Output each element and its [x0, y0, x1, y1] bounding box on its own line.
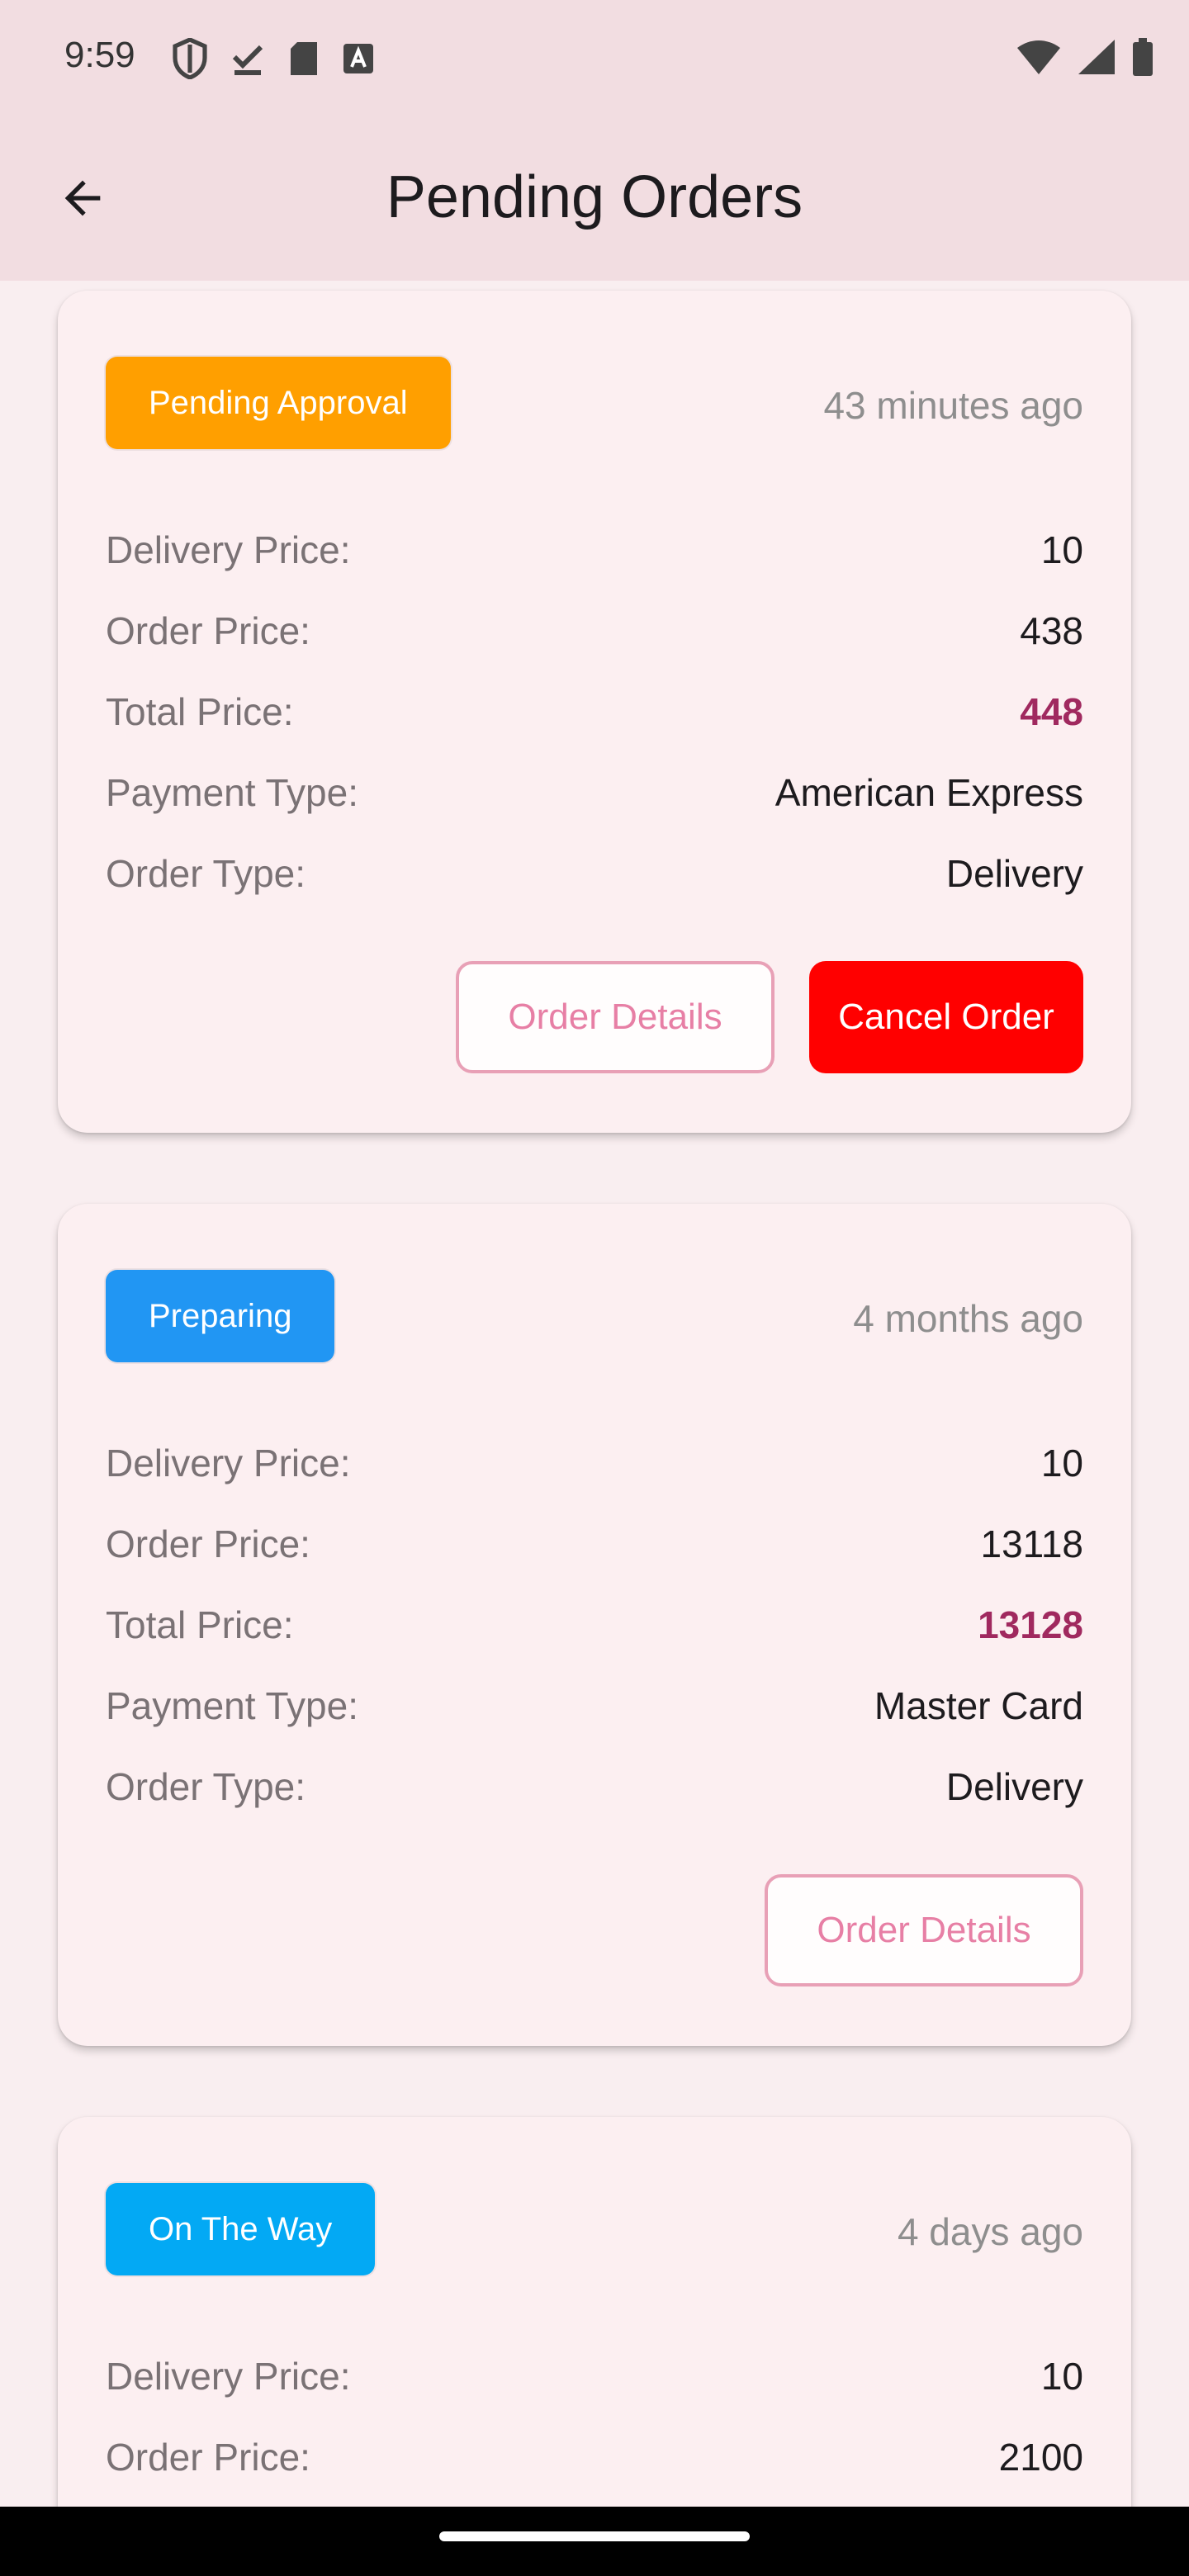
- order-type-row: Order Type: Delivery: [106, 1762, 1083, 1811]
- total-price-value: 448: [1020, 690, 1083, 733]
- status-icons-left: [172, 38, 375, 79]
- orders-list[interactable]: Pending Approval 43 minutes ago Delivery…: [0, 281, 1189, 2507]
- order-price-value: 13118: [980, 1522, 1083, 1565]
- order-price-row: Order Price: 438: [106, 606, 1083, 656]
- delivery-price-row: Delivery Price: 10: [106, 525, 1083, 575]
- home-gesture-handle[interactable]: [439, 2531, 750, 2541]
- battery-icon: [1133, 38, 1153, 76]
- page-title: Pending Orders: [386, 164, 803, 230]
- cancel-order-button[interactable]: Cancel Order: [809, 961, 1083, 1073]
- delivery-price-label: Delivery Price:: [106, 1442, 351, 1485]
- payment-type-label: Payment Type:: [106, 771, 358, 814]
- order-card: Pending Approval 43 minutes ago Delivery…: [58, 291, 1131, 1133]
- order-price-row: Order Price: 2100: [106, 2432, 1083, 2482]
- order-details-button[interactable]: Order Details: [765, 1874, 1083, 1986]
- delivery-price-label: Delivery Price:: [106, 528, 351, 571]
- delivery-price-value: 10: [1040, 528, 1083, 571]
- status-badge: Pending Approval: [106, 357, 451, 449]
- status-time: 9:59: [64, 35, 135, 75]
- order-details-button[interactable]: Order Details: [456, 961, 775, 1073]
- order-time-ago: 4 months ago: [853, 1297, 1083, 1340]
- delivery-price-row: Delivery Price: 10: [106, 2351, 1083, 2401]
- total-price-label: Total Price:: [106, 1603, 294, 1646]
- sd-card-icon: [291, 42, 317, 75]
- status-icons-right: [1017, 38, 1153, 76]
- status-badge: On The Way: [106, 2183, 376, 2275]
- payment-type-value: Master Card: [874, 1684, 1083, 1727]
- payment-type-label: Payment Type:: [106, 1684, 358, 1727]
- order-time-ago: 4 days ago: [897, 2210, 1083, 2253]
- download-done-icon: [232, 45, 263, 75]
- order-price-label: Order Price:: [106, 2436, 310, 2479]
- order-type-row: Order Type: Delivery: [106, 849, 1083, 898]
- delivery-price-row: Delivery Price: 10: [106, 1438, 1083, 1488]
- total-price-value: 13128: [978, 1603, 1083, 1646]
- payment-type-row: Payment Type: Master Card: [106, 1681, 1083, 1731]
- order-time-ago: 43 minutes ago: [823, 384, 1083, 427]
- status-bar: 9:59: [0, 0, 1189, 116]
- order-price-value: 438: [1020, 609, 1083, 652]
- system-nav-bar: [0, 2507, 1189, 2576]
- cell-signal-icon: [1078, 40, 1115, 74]
- wifi-icon: [1017, 40, 1060, 74]
- order-type-label: Order Type:: [106, 1765, 306, 1808]
- order-card: Preparing 4 months ago Delivery Price: 1…: [58, 1204, 1131, 2046]
- delivery-price-value: 10: [1040, 2355, 1083, 2398]
- order-price-row: Order Price: 13118: [106, 1519, 1083, 1569]
- payment-type-row: Payment Type: American Express: [106, 768, 1083, 817]
- shield-icon: [173, 38, 207, 79]
- order-type-value: Delivery: [945, 852, 1083, 895]
- total-price-label: Total Price:: [106, 690, 294, 733]
- payment-type-value: American Express: [775, 771, 1083, 814]
- order-price-value: 2100: [998, 2436, 1083, 2479]
- order-price-label: Order Price:: [106, 609, 310, 652]
- order-type-value: Delivery: [945, 1765, 1083, 1808]
- total-price-row: Total Price: 13128: [106, 1600, 1083, 1650]
- order-type-label: Order Type:: [106, 852, 306, 895]
- order-price-label: Order Price:: [106, 1522, 310, 1565]
- app-bar: Pending Orders: [0, 116, 1189, 281]
- delivery-price-value: 10: [1040, 1442, 1083, 1485]
- delivery-price-label: Delivery Price:: [106, 2355, 351, 2398]
- total-price-row: Total Price: 448: [106, 687, 1083, 736]
- font-a-icon: [343, 44, 373, 73]
- order-card: On The Way 4 days ago Delivery Price: 10…: [58, 2117, 1131, 2507]
- status-badge: Preparing: [106, 1270, 335, 1362]
